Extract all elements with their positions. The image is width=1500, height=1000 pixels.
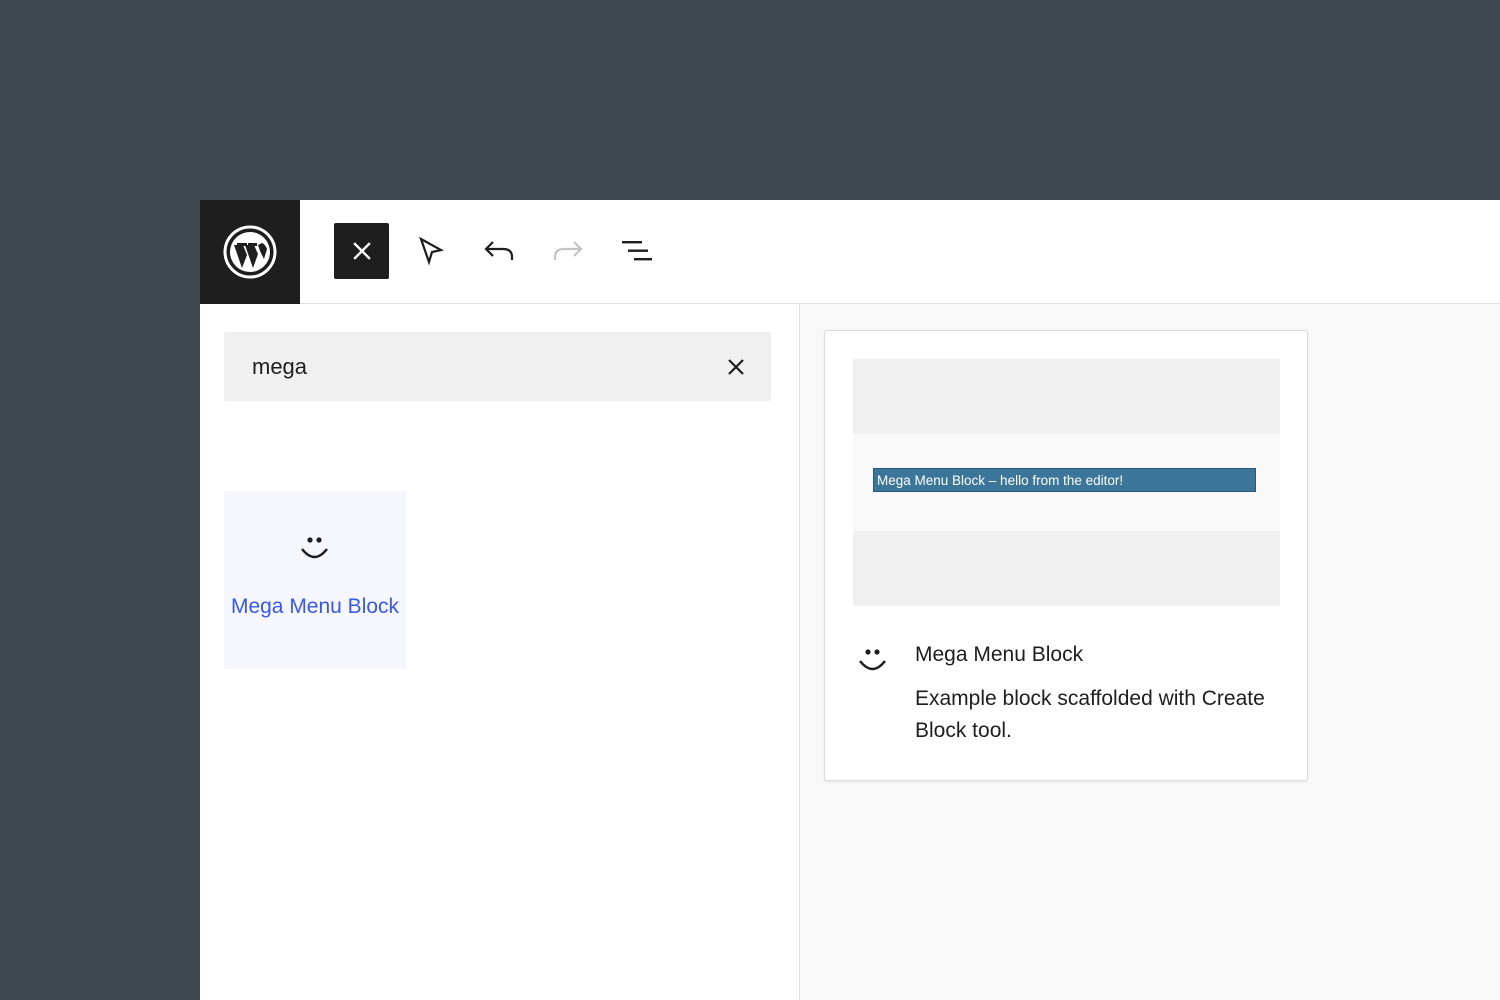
preview-band xyxy=(853,531,1280,606)
close-icon xyxy=(352,242,371,260)
close-icon xyxy=(728,359,744,375)
wordpress-logo-icon xyxy=(223,225,277,279)
clear-search-button[interactable] xyxy=(719,350,753,384)
close-inserter-button[interactable] xyxy=(334,223,389,279)
search-input[interactable] xyxy=(252,332,712,401)
preview-block-description: Example block scaffolded with Create Blo… xyxy=(915,687,1265,742)
undo-icon xyxy=(483,241,513,260)
redo-icon xyxy=(553,241,583,260)
block-item-mega-menu[interactable]: Mega Menu Block xyxy=(224,491,406,669)
block-preview-card: Mega Menu Block – hello from the editor!… xyxy=(824,330,1308,781)
block-search xyxy=(224,332,771,401)
wordpress-logo-button[interactable] xyxy=(200,200,300,304)
smiley-icon xyxy=(859,649,886,671)
list-view-button[interactable] xyxy=(609,223,664,279)
preview-canvas: Mega Menu Block – hello from the editor! xyxy=(853,359,1280,606)
list-view-icon xyxy=(621,241,652,261)
smiley-icon xyxy=(301,537,328,559)
block-editor: Mega Menu Block Mega Menu Block – hello … xyxy=(200,200,1500,1000)
preview-block-title: Mega Menu Block xyxy=(915,643,1084,666)
undo-button[interactable] xyxy=(471,223,526,279)
block-inserter-panel: Mega Menu Block xyxy=(200,304,800,1000)
editor-header xyxy=(200,200,1500,304)
select-tool-icon xyxy=(418,236,444,266)
block-item-label: Mega Menu Block xyxy=(230,595,400,618)
select-tool-button[interactable] xyxy=(403,223,458,279)
preview-band xyxy=(853,359,1280,434)
redo-button[interactable] xyxy=(540,223,595,279)
preview-demo-text: Mega Menu Block – hello from the editor! xyxy=(873,468,1256,492)
block-preview-area: Mega Menu Block – hello from the editor!… xyxy=(800,304,1500,1000)
